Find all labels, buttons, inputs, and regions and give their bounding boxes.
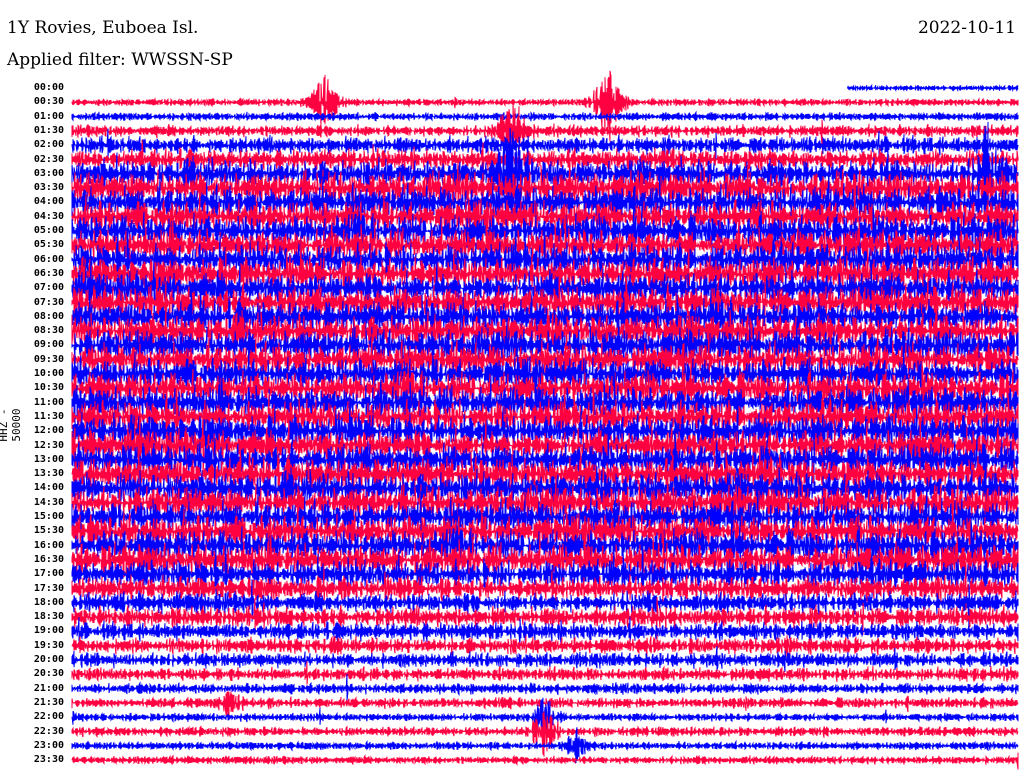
trace-row-2330 (71, 752, 1019, 770)
trace-row-0000 (847, 84, 1019, 93)
helicorder-plot (71, 70, 1019, 770)
trace-row-0100 (71, 110, 1019, 122)
